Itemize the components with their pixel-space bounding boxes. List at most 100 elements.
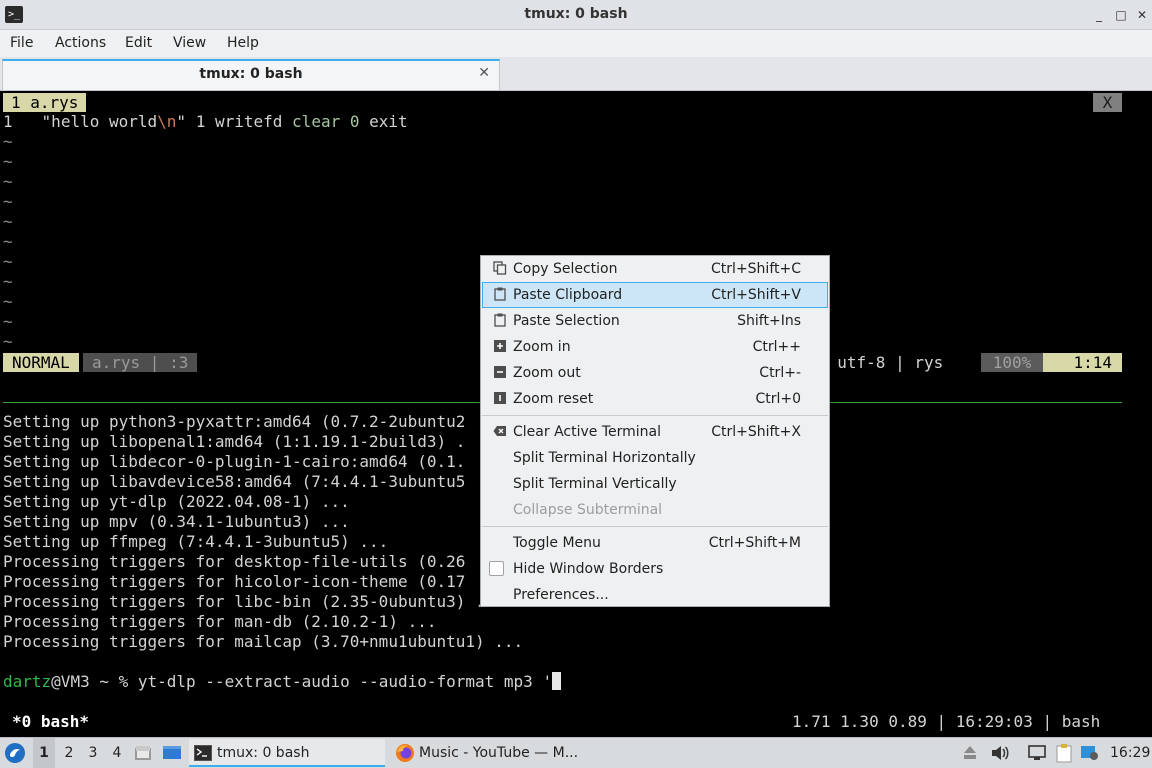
- speaker-icon: [992, 746, 1009, 760]
- tab-label: tmux: 0 bash: [199, 66, 303, 82]
- menu-item-label: Split Terminal Horizontally: [513, 450, 696, 466]
- start-menu-icon: [5, 743, 25, 763]
- output-line: Setting up libdecor-0-plugin-1-cairo:amd…: [3, 452, 466, 471]
- desktop-4[interactable]: 4: [106, 738, 128, 768]
- vim-percent: 100%: [981, 353, 1043, 372]
- menu-view[interactable]: View: [173, 30, 206, 57]
- prompt-command: @VM3 ~ % yt-dlp --extract-audio --audio-…: [51, 672, 553, 691]
- menu-item-paste-clipboard[interactable]: Paste Clipboard Ctrl+Shift+V: [482, 282, 828, 308]
- menu-separator: [482, 415, 828, 416]
- show-desktop-button[interactable]: [162, 738, 184, 768]
- network-icon: [1028, 745, 1046, 760]
- menu-item-shortcut: Ctrl+Shift+X: [711, 424, 801, 440]
- paste-icon: [494, 287, 506, 301]
- output-line: Setting up libopenal1:amd64 (1:1.19.1-2b…: [3, 432, 466, 451]
- tab-close-icon[interactable]: ✕: [478, 65, 490, 81]
- vim-empty-line: ~: [3, 132, 13, 151]
- minimize-button[interactable]: _: [1091, 7, 1107, 23]
- code-number: 1: [195, 112, 206, 131]
- vim-empty-line: ~: [3, 172, 13, 191]
- tray-item[interactable]: [962, 738, 980, 768]
- copy-icon: [493, 261, 507, 275]
- shell-prompt[interactable]: dartz@VM3 ~ % yt-dlp --extract-audio --a…: [3, 672, 562, 692]
- tab-tmux[interactable]: tmux: 0 bash ✕: [2, 59, 500, 90]
- menu-item-clear-terminal[interactable]: Clear Active Terminal Ctrl+Shift+X: [482, 419, 828, 445]
- tmux-window[interactable]: *0 bash*: [12, 712, 89, 732]
- menu-item-shortcut: Ctrl+Shift+M: [708, 535, 801, 551]
- vim-empty-line: ~: [3, 332, 13, 351]
- menu-item-label: Zoom out: [513, 365, 581, 381]
- maximize-button[interactable]: □: [1113, 7, 1129, 23]
- vim-empty-line: ~: [3, 272, 13, 291]
- menu-bar: File Actions Edit View Help: [0, 30, 1152, 57]
- task-firefox[interactable]: Music - YouTube — M...: [392, 739, 592, 767]
- tab-bar: tmux: 0 bash ✕: [0, 57, 1152, 91]
- task-label: tmux: 0 bash: [217, 745, 310, 761]
- desktop-3[interactable]: 3: [82, 738, 104, 768]
- close-button[interactable]: ✕: [1134, 7, 1150, 23]
- menu-item-label: Copy Selection: [513, 261, 618, 277]
- vim-empty-line: ~: [3, 152, 13, 171]
- output-line: Setting up ffmpeg (7:4.4.1-3ubuntu5) ...: [3, 532, 389, 551]
- menu-item-label: Preferences...: [513, 587, 609, 603]
- window-titlebar[interactable]: >_ tmux: 0 bash _ □ ✕: [0, 0, 1152, 30]
- context-menu: Copy Selection Ctrl+Shift+C Paste Clipbo…: [480, 255, 830, 607]
- menu-item-preferences[interactable]: Preferences...: [482, 582, 828, 608]
- output-line: Setting up python3-pyxattr:amd64 (0.7.2-…: [3, 412, 466, 431]
- taskbar: 1 2 3 4 tmux: 0 bash Music - YouTube — M…: [0, 737, 1152, 768]
- menu-help[interactable]: Help: [227, 30, 259, 57]
- menu-item-zoom-reset[interactable]: Zoom reset Ctrl+0: [482, 386, 828, 412]
- menu-item-shortcut: Shift+Ins: [737, 313, 801, 329]
- code-escape: \n: [157, 112, 177, 131]
- menu-item-label: Toggle Menu: [513, 535, 601, 551]
- line-number: 1: [3, 112, 13, 131]
- output-line: Processing triggers for mailcap (3.70+nm…: [3, 632, 524, 651]
- menu-item-zoom-in[interactable]: Zoom in Ctrl++: [482, 334, 828, 360]
- vim-empty-line: ~: [3, 312, 13, 331]
- menu-item-hide-borders[interactable]: Hide Window Borders: [482, 556, 828, 582]
- text-cursor: [552, 672, 562, 690]
- menu-item-split-vertical[interactable]: Split Terminal Vertically: [482, 471, 828, 497]
- vim-tab: 1 a.rys: [3, 93, 87, 112]
- menu-item-split-horizontal[interactable]: Split Terminal Horizontally: [482, 445, 828, 471]
- start-menu-button[interactable]: [4, 738, 28, 768]
- task-tmux[interactable]: tmux: 0 bash: [189, 739, 385, 767]
- menu-item-label: Zoom reset: [513, 391, 594, 407]
- menu-item-shortcut: Ctrl+0: [755, 391, 801, 407]
- menu-item-collapse-subterminal: Collapse Subterminal: [482, 497, 828, 523]
- updates-button[interactable]: [1080, 738, 1102, 768]
- file-manager-launcher[interactable]: [134, 738, 154, 768]
- menu-item-zoom-out[interactable]: Zoom out Ctrl+-: [482, 360, 828, 386]
- desktop-icon: [163, 746, 181, 759]
- menu-item-toggle-menu[interactable]: Toggle Menu Ctrl+Shift+M: [482, 530, 828, 556]
- output-line: Processing triggers for libc-bin (2.35-0…: [3, 592, 504, 611]
- menu-item-paste-selection[interactable]: Paste Selection Shift+Ins: [482, 308, 828, 334]
- volume-button[interactable]: [990, 738, 1010, 768]
- menu-separator: [482, 526, 828, 527]
- notification-icon: [1081, 746, 1098, 760]
- clipboard-button[interactable]: [1055, 738, 1075, 768]
- menu-item-label: Paste Clipboard: [513, 287, 623, 303]
- vim-cursor-position: 1:14: [1043, 353, 1122, 372]
- desktop-2[interactable]: 2: [58, 738, 80, 768]
- hide-borders-checkbox[interactable]: [489, 561, 504, 576]
- folder-icon: [135, 746, 151, 760]
- clock[interactable]: 16:29: [1110, 738, 1150, 768]
- output-line: Setting up yt-dlp (2022.04.08-1) ...: [3, 492, 350, 511]
- menu-file[interactable]: File: [10, 30, 33, 57]
- menu-edit[interactable]: Edit: [125, 30, 152, 57]
- menu-item-copy-selection[interactable]: Copy Selection Ctrl+Shift+C: [482, 256, 828, 282]
- vim-file-info: a.rys | :3: [83, 353, 198, 372]
- desktop-1[interactable]: 1: [33, 738, 55, 768]
- vim-empty-line: ~: [3, 232, 13, 251]
- code-number: 0: [349, 112, 360, 131]
- menu-item-label: Hide Window Borders: [513, 561, 664, 577]
- tmux-status-bar: *0 bash* 1.71 1.30 0.89 | 16:29:03 | bas…: [0, 712, 1152, 732]
- network-button[interactable]: [1027, 738, 1049, 768]
- output-line: Setting up mpv (0.34.1-1ubuntu3) ...: [3, 512, 350, 531]
- code-function: exit: [369, 112, 408, 131]
- vim-empty-line: ~: [3, 252, 13, 271]
- prompt-user: dartz: [3, 672, 52, 691]
- menu-item-shortcut: Ctrl++: [752, 339, 801, 355]
- menu-actions[interactable]: Actions: [55, 30, 106, 57]
